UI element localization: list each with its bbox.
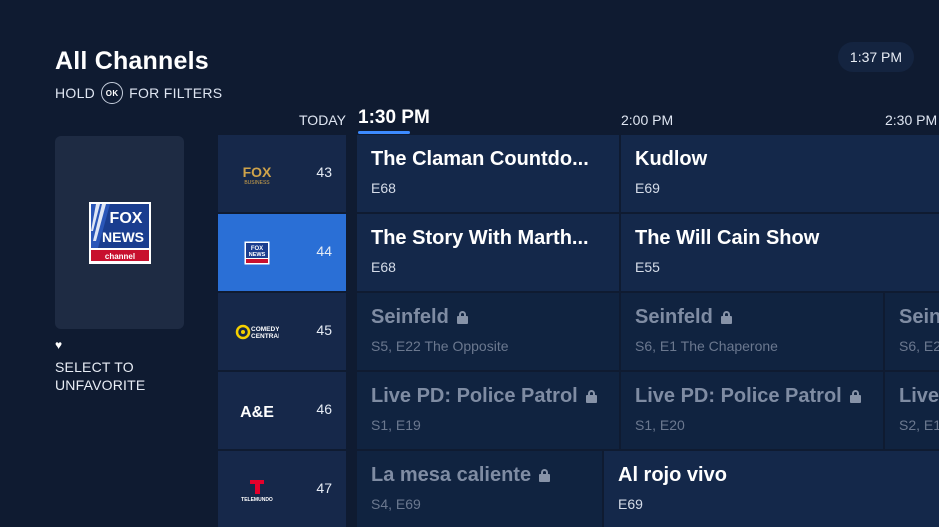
lock-icon xyxy=(456,311,468,324)
channel-preview: FOX NEWS channel xyxy=(55,136,184,329)
heart-icon: ♥ xyxy=(55,338,63,352)
program-title: Seinfeld xyxy=(371,306,449,328)
program-detail: E55 xyxy=(635,259,660,275)
now-indicator xyxy=(358,131,410,134)
lock-icon xyxy=(539,469,551,482)
svg-text:CENTRAL: CENTRAL xyxy=(251,333,279,340)
channel-row-46: A&E 46 Live PD: Police Patrol S1, E19 Li… xyxy=(218,372,939,449)
program-cell[interactable]: Live PD: Police Patrol S1, E20 xyxy=(621,372,883,449)
program-title-row: La mesa caliente xyxy=(371,464,602,487)
svg-text:FOX: FOX xyxy=(243,164,272,180)
svg-text:COMEDY: COMEDY xyxy=(251,326,279,333)
program-detail: E68 xyxy=(371,259,396,275)
timeline-now: 1:30 PM xyxy=(358,107,430,128)
program-detail: E69 xyxy=(635,180,660,196)
program-detail: S6, E2 xyxy=(899,338,939,354)
channel-number: 43 xyxy=(316,164,332,180)
program-detail: S4, E69 xyxy=(371,496,421,512)
fox-business-logo: FOX BUSINESS xyxy=(234,163,280,185)
filters-label: FOR FILTERS xyxy=(129,85,223,101)
program-title: Seinfeld xyxy=(635,306,713,328)
svg-text:NEWS: NEWS xyxy=(102,229,144,245)
lock-icon xyxy=(720,311,732,324)
program-detail: S5, E22 The Opposite xyxy=(371,338,509,354)
channel-number: 47 xyxy=(316,480,332,496)
program-detail: S1, E20 xyxy=(635,417,685,433)
channel-tile-45[interactable]: COMEDY CENTRAL 45 xyxy=(218,293,346,370)
program-title: The Claman Countdo... xyxy=(371,148,589,170)
filter-hint: HOLD OK FOR FILTERS xyxy=(55,82,222,104)
ok-button-icon: OK xyxy=(101,82,124,104)
program-cell[interactable]: Al rojo vivo E69 xyxy=(604,451,939,527)
program-cell[interactable]: The Claman Countdo... E68 xyxy=(357,135,619,212)
program-cell[interactable]: Seinfeld S6, E1 The Chaperone xyxy=(621,293,883,370)
favorite-hint-line2: UNFAVORITE xyxy=(55,377,146,393)
svg-text:FOX: FOX xyxy=(109,210,142,227)
channel-row-47: TELEMUNDO 47 La mesa caliente S4, E69 Al… xyxy=(218,451,939,527)
channel-number: 46 xyxy=(316,401,332,417)
program-cell[interactable]: La mesa caliente S4, E69 xyxy=(357,451,602,527)
a-and-e-logo: A&E xyxy=(234,400,280,422)
program-cell[interactable]: Sein S6, E2 xyxy=(885,293,939,370)
lock-icon xyxy=(585,390,597,403)
program-detail: S6, E1 The Chaperone xyxy=(635,338,778,354)
channel-number: 45 xyxy=(316,322,332,338)
program-title: Live xyxy=(899,385,939,407)
channel-tile-47[interactable]: TELEMUNDO 47 xyxy=(218,451,346,527)
program-title: Live PD: Police Patrol xyxy=(371,385,578,407)
program-title: Live PD: Police Patrol xyxy=(635,385,842,407)
channel-number: 44 xyxy=(316,243,332,259)
program-cell[interactable]: The Will Cain Show E55 xyxy=(621,214,939,291)
clock: 1:37 PM xyxy=(838,42,914,72)
channel-row-44: FOX NEWS 44 The Story With Marth... E68 … xyxy=(218,214,939,291)
program-detail: S1, E19 xyxy=(371,417,421,433)
program-cell[interactable]: The Story With Marth... E68 xyxy=(357,214,619,291)
program-title: Kudlow xyxy=(635,148,708,170)
program-cell[interactable]: Seinfeld S5, E22 The Opposite xyxy=(357,293,619,370)
timeline-slot-3: 2:30 PM xyxy=(885,112,938,128)
live-guide-screen: All Channels HOLD OK FOR FILTERS 1:37 PM… xyxy=(0,0,939,527)
program-title: La mesa caliente xyxy=(371,464,532,486)
channel-tile-46[interactable]: A&E 46 xyxy=(218,372,346,449)
svg-text:channel: channel xyxy=(104,252,134,261)
program-title: The Will Cain Show xyxy=(635,227,820,249)
program-title-row: Seinfeld xyxy=(635,306,883,329)
program-detail: E68 xyxy=(371,180,396,196)
program-cell[interactable]: Live S2, E1 xyxy=(885,372,939,449)
timeline-slot-2: 2:00 PM xyxy=(621,112,674,128)
program-detail: S2, E1 xyxy=(899,417,939,433)
program-title-row: Live PD: Police Patrol xyxy=(371,385,619,408)
channel-tile-43[interactable]: FOX BUSINESS 43 xyxy=(218,135,346,212)
favorite-hint: SELECT TO UNFAVORITE xyxy=(55,358,145,394)
telemundo-logo: TELEMUNDO xyxy=(234,479,280,502)
channel-row-43: FOX BUSINESS 43 The Claman Countdo... E6… xyxy=(218,135,939,212)
favorite-hint-line1: SELECT TO xyxy=(55,359,134,375)
program-title-row: Seinfeld xyxy=(371,306,619,329)
svg-text:TELEMUNDO: TELEMUNDO xyxy=(241,497,273,502)
program-cell[interactable]: Live PD: Police Patrol S1, E19 xyxy=(357,372,619,449)
comedy-central-logo: COMEDY CENTRAL xyxy=(234,321,280,343)
timeline-day: TODAY xyxy=(299,112,346,128)
lock-icon xyxy=(849,390,861,403)
program-title-row: Live PD: Police Patrol xyxy=(635,385,883,408)
hold-label: HOLD xyxy=(55,85,96,101)
svg-text:NEWS: NEWS xyxy=(249,252,266,258)
program-title: The Story With Marth... xyxy=(371,227,589,249)
fox-news-channel-logo: FOX NEWS channel xyxy=(88,201,151,264)
svg-text:BUSINESS: BUSINESS xyxy=(244,180,270,185)
channel-tile-44[interactable]: FOX NEWS 44 xyxy=(218,214,346,291)
fox-news-logo: FOX NEWS xyxy=(234,241,280,265)
program-detail: E69 xyxy=(618,496,643,512)
program-cell[interactable]: Kudlow E69 xyxy=(621,135,939,212)
channel-row-45: COMEDY CENTRAL 45 Seinfeld S5, E22 The O… xyxy=(218,293,939,370)
program-title: Sein xyxy=(899,306,939,328)
page-title: All Channels xyxy=(55,47,209,75)
svg-text:A&E: A&E xyxy=(240,404,274,421)
program-title: Al rojo vivo xyxy=(618,464,727,486)
